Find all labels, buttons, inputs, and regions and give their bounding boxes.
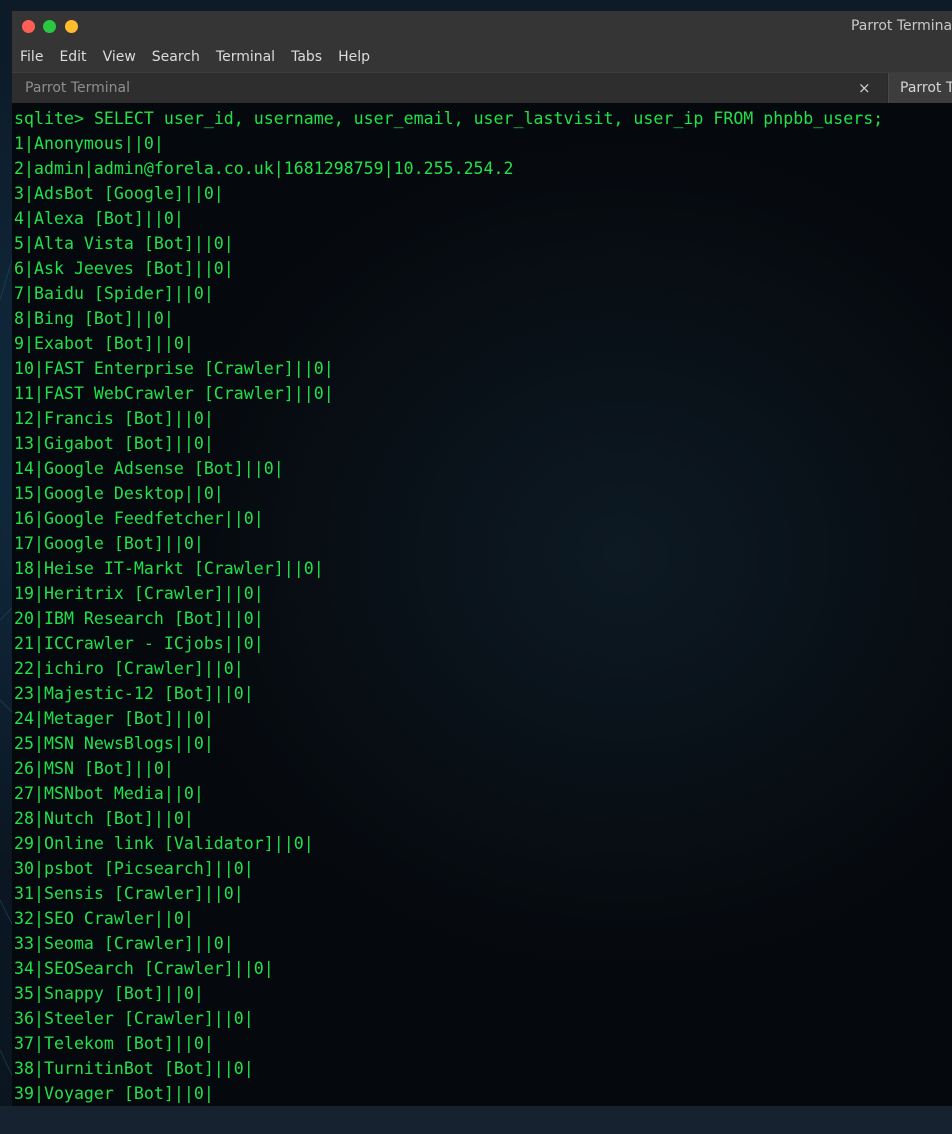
output-row: 13|Gigabot [Bot]||0| bbox=[14, 434, 214, 453]
output-row: 24|Metager [Bot]||0| bbox=[14, 709, 214, 728]
output-row: 5|Alta Vista [Bot]||0| bbox=[14, 234, 234, 253]
tab-label: Parrot T bbox=[900, 80, 952, 96]
output-row: 33|Seoma [Crawler]||0| bbox=[14, 934, 234, 953]
menu-view[interactable]: View bbox=[103, 49, 136, 65]
output-row: 7|Baidu [Spider]||0| bbox=[14, 284, 214, 303]
output-row: 14|Google Adsense [Bot]||0| bbox=[14, 459, 284, 478]
output-row: 37|Telekom [Bot]||0| bbox=[14, 1034, 214, 1053]
output-row: 3|AdsBot [Google]||0| bbox=[14, 184, 224, 203]
menu-search[interactable]: Search bbox=[152, 49, 200, 65]
menu-edit[interactable]: Edit bbox=[59, 49, 86, 65]
output-row: 4|Alexa [Bot]||0| bbox=[14, 209, 184, 228]
terminal-output-area[interactable]: sqlite> SELECT user_id, username, user_e… bbox=[12, 103, 952, 1106]
output-row: 17|Google [Bot]||0| bbox=[14, 534, 204, 553]
output-row: 38|TurnitinBot [Bot]||0| bbox=[14, 1059, 254, 1078]
tab-parrot-terminal-2[interactable]: Parrot T bbox=[888, 73, 952, 103]
tab-label: Parrot Terminal bbox=[25, 80, 131, 96]
tab-bar: Parrot Terminal × Parrot T bbox=[12, 72, 952, 103]
output-row: 25|MSN NewsBlogs||0| bbox=[14, 734, 214, 753]
output-row: 26|MSN [Bot]||0| bbox=[14, 759, 174, 778]
window-title: Parrot Terminal bbox=[850, 18, 952, 34]
menu-tabs[interactable]: Tabs bbox=[291, 49, 322, 65]
output-row: 1|Anonymous||0| bbox=[14, 134, 164, 153]
output-row: 27|MSNbot Media||0| bbox=[14, 784, 204, 803]
output-row: 9|Exabot [Bot]||0| bbox=[14, 334, 194, 353]
output-row: 20|IBM Research [Bot]||0| bbox=[14, 609, 264, 628]
output-row: 22|ichiro [Crawler]||0| bbox=[14, 659, 244, 678]
title-bar[interactable]: Parrot Terminal bbox=[12, 11, 952, 42]
output-row: 15|Google Desktop||0| bbox=[14, 484, 224, 503]
output-row: 16|Google Feedfetcher||0| bbox=[14, 509, 264, 528]
terminal-lines: sqlite> SELECT user_id, username, user_e… bbox=[14, 106, 883, 1106]
menu-terminal[interactable]: Terminal bbox=[216, 49, 275, 65]
output-row: 29|Online link [Validator]||0| bbox=[14, 834, 314, 853]
output-row: 28|Nutch [Bot]||0| bbox=[14, 809, 194, 828]
shell-prompt: sqlite> bbox=[14, 109, 84, 128]
window-close-button[interactable] bbox=[22, 20, 35, 33]
output-row: 6|Ask Jeeves [Bot]||0| bbox=[14, 259, 234, 278]
window-minimize-button[interactable] bbox=[43, 20, 56, 33]
output-row: 19|Heritrix [Crawler]||0| bbox=[14, 584, 264, 603]
terminal-window: Parrot Terminal File Edit View Search Te… bbox=[12, 11, 952, 1106]
output-row: 18|Heise IT-Markt [Crawler]||0| bbox=[14, 559, 324, 578]
output-row: 35|Snappy [Bot]||0| bbox=[14, 984, 204, 1003]
output-row: 31|Sensis [Crawler]||0| bbox=[14, 884, 244, 903]
menu-file[interactable]: File bbox=[20, 49, 43, 65]
output-row: 8|Bing [Bot]||0| bbox=[14, 309, 174, 328]
output-row: 36|Steeler [Crawler]||0| bbox=[14, 1009, 254, 1028]
desktop-bottom-strip bbox=[0, 1106, 952, 1134]
output-row: 11|FAST WebCrawler [Crawler]||0| bbox=[14, 384, 334, 403]
tab-close-icon[interactable]: × bbox=[858, 79, 871, 97]
output-row: 34|SEOSearch [Crawler]||0| bbox=[14, 959, 274, 978]
output-row: 39|Voyager [Bot]||0| bbox=[14, 1084, 214, 1103]
output-row: 2|admin|admin@forela.co.uk|1681298759|10… bbox=[14, 159, 514, 178]
command-line: sqlite> SELECT user_id, username, user_e… bbox=[14, 106, 883, 131]
menu-help[interactable]: Help bbox=[338, 49, 370, 65]
sql-command: SELECT user_id, username, user_email, us… bbox=[93, 109, 884, 128]
menu-bar: File Edit View Search Terminal Tabs Help bbox=[12, 42, 952, 72]
output-row: 30|psbot [Picsearch]||0| bbox=[14, 859, 254, 878]
tab-parrot-terminal-1[interactable]: Parrot Terminal × bbox=[12, 73, 887, 103]
output-row: 32|SEO Crawler||0| bbox=[14, 909, 194, 928]
output-row: 10|FAST Enterprise [Crawler]||0| bbox=[14, 359, 334, 378]
output-row: 23|Majestic-12 [Bot]||0| bbox=[14, 684, 254, 703]
output-row: 12|Francis [Bot]||0| bbox=[14, 409, 214, 428]
output-row: 21|ICCrawler - ICjobs||0| bbox=[14, 634, 264, 653]
window-maximize-button[interactable] bbox=[65, 20, 78, 33]
